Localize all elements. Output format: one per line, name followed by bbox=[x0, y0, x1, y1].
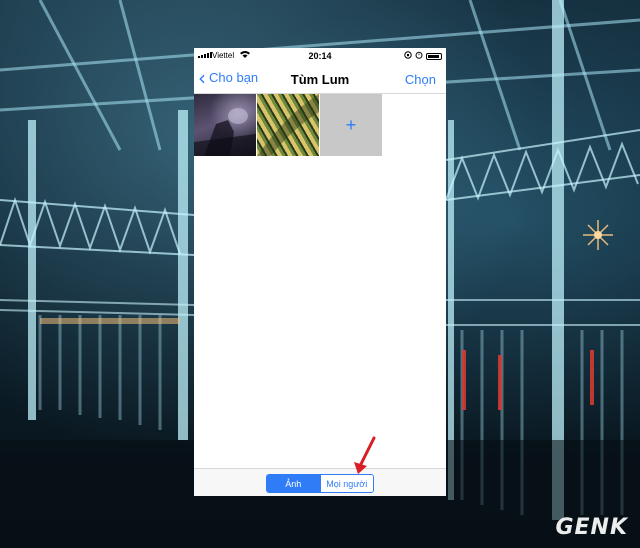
photo-1-image bbox=[194, 108, 256, 156]
photo-2-image bbox=[257, 94, 319, 156]
photo-thumbnail[interactable] bbox=[257, 94, 319, 156]
phone-screen: Viettel 20:14 ‹ Cho bạn Tùm Lum Chọn + Ả… bbox=[194, 48, 446, 496]
view-segmented-control: Ảnh Mọi người bbox=[266, 474, 374, 493]
alarm-icon bbox=[415, 51, 423, 61]
select-button[interactable]: Chọn bbox=[405, 72, 436, 87]
bottom-toolbar: Ảnh Mọi người bbox=[194, 468, 446, 496]
photo-thumbnail[interactable] bbox=[194, 94, 256, 156]
plus-icon: + bbox=[345, 114, 357, 135]
tab-photos[interactable]: Ảnh bbox=[267, 475, 320, 492]
navigation-bar: ‹ Cho bạn Tùm Lum Chọn bbox=[194, 64, 446, 94]
annotation-arrow-icon bbox=[354, 436, 376, 474]
battery-icon bbox=[426, 52, 442, 60]
back-button[interactable]: ‹ Cho bạn bbox=[198, 65, 259, 90]
tab-people[interactable]: Mọi người bbox=[319, 475, 373, 492]
status-bar: Viettel 20:14 bbox=[194, 48, 446, 64]
genk-watermark: GENK bbox=[555, 515, 628, 540]
add-photo-button[interactable]: + bbox=[320, 94, 382, 156]
orientation-lock-icon bbox=[404, 51, 412, 61]
back-label: Cho bạn bbox=[209, 70, 259, 85]
chevron-left-icon: ‹ bbox=[198, 65, 206, 90]
photo-grid: + bbox=[194, 94, 446, 156]
